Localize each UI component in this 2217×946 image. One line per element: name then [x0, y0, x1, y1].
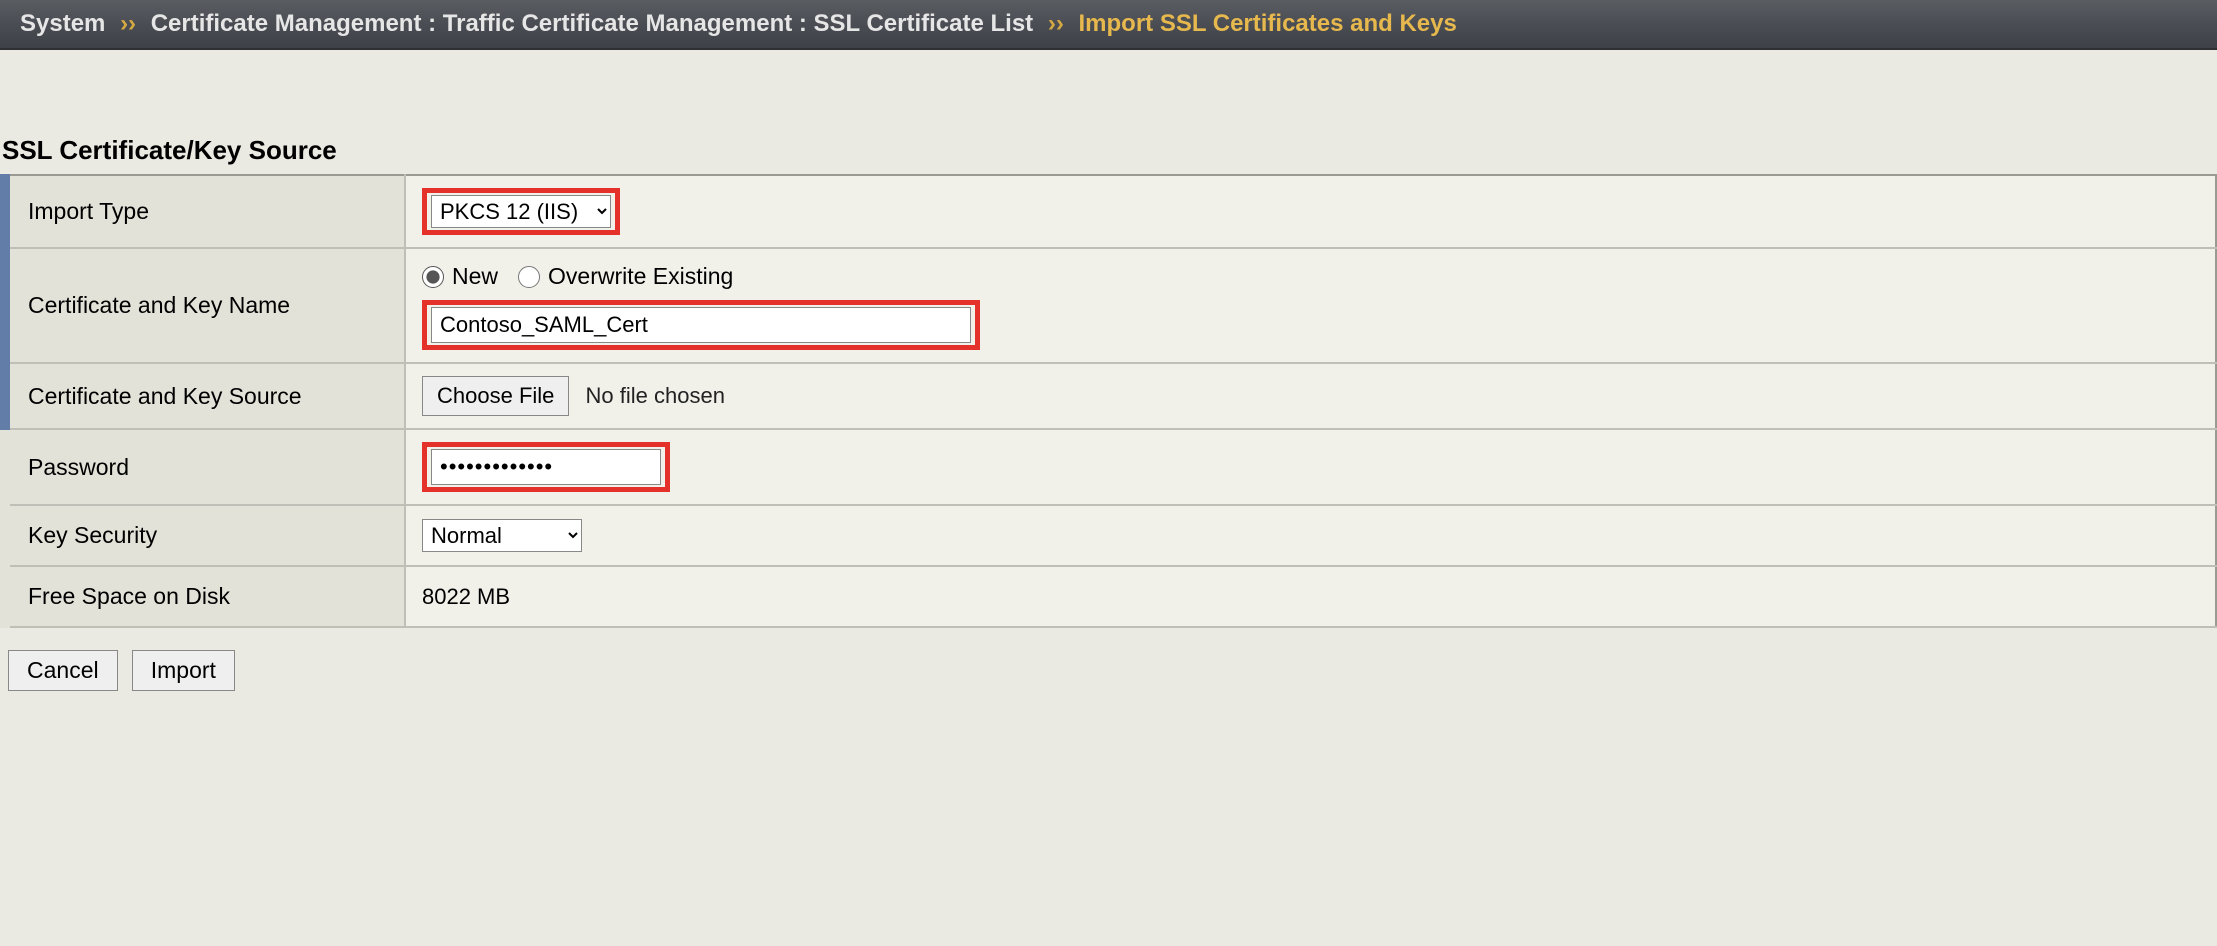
label-cert-source: Certificate and Key Source [5, 363, 405, 429]
file-status: No file chosen [586, 383, 725, 408]
label-password: Password [5, 429, 405, 505]
radio-overwrite-label[interactable]: Overwrite Existing [548, 263, 733, 290]
import-button[interactable]: Import [132, 650, 235, 691]
breadcrumb-l1[interactable]: System [20, 10, 105, 37]
form-table: Import Type PKCS 12 (IIS) Certificate an… [0, 174, 2217, 628]
breadcrumb-sep-2: ›› [1048, 10, 1064, 37]
free-space-value: 8022 MB [422, 584, 510, 609]
label-import-type: Import Type [5, 175, 405, 248]
cert-name-radio-row: New Overwrite Existing [422, 263, 2199, 290]
key-security-select[interactable]: Normal [422, 519, 582, 552]
cancel-button[interactable]: Cancel [8, 650, 118, 691]
password-input[interactable] [431, 449, 661, 485]
import-type-highlight: PKCS 12 (IIS) [422, 188, 620, 235]
radio-overwrite[interactable] [518, 266, 540, 288]
radio-new-label[interactable]: New [452, 263, 498, 290]
breadcrumb-current: Import SSL Certificates and Keys [1079, 10, 1457, 37]
row-import-type: Import Type PKCS 12 (IIS) [5, 175, 2216, 248]
label-cert-name: Certificate and Key Name [5, 248, 405, 363]
password-highlight [422, 442, 670, 492]
label-free-space: Free Space on Disk [5, 566, 405, 627]
breadcrumb-l2[interactable]: Certificate Management : Traffic Certifi… [151, 10, 1033, 37]
row-key-security: Key Security Normal [5, 505, 2216, 566]
row-password: Password [5, 429, 2216, 505]
breadcrumb: System ›› Certificate Management : Traff… [0, 0, 2217, 50]
choose-file-button[interactable]: Choose File [422, 376, 569, 416]
cert-name-highlight [422, 300, 980, 350]
radio-new[interactable] [422, 266, 444, 288]
breadcrumb-sep-1: ›› [120, 10, 136, 37]
cert-name-input[interactable] [431, 307, 971, 343]
import-type-select[interactable]: PKCS 12 (IIS) [431, 195, 611, 228]
section-title: SSL Certificate/Key Source [0, 135, 2217, 174]
row-free-space: Free Space on Disk 8022 MB [5, 566, 2216, 627]
row-cert-name: Certificate and Key Name New Overwrite E… [5, 248, 2216, 363]
label-key-security: Key Security [5, 505, 405, 566]
row-cert-source: Certificate and Key Source Choose File N… [5, 363, 2216, 429]
actions-bar: Cancel Import [0, 628, 2217, 713]
